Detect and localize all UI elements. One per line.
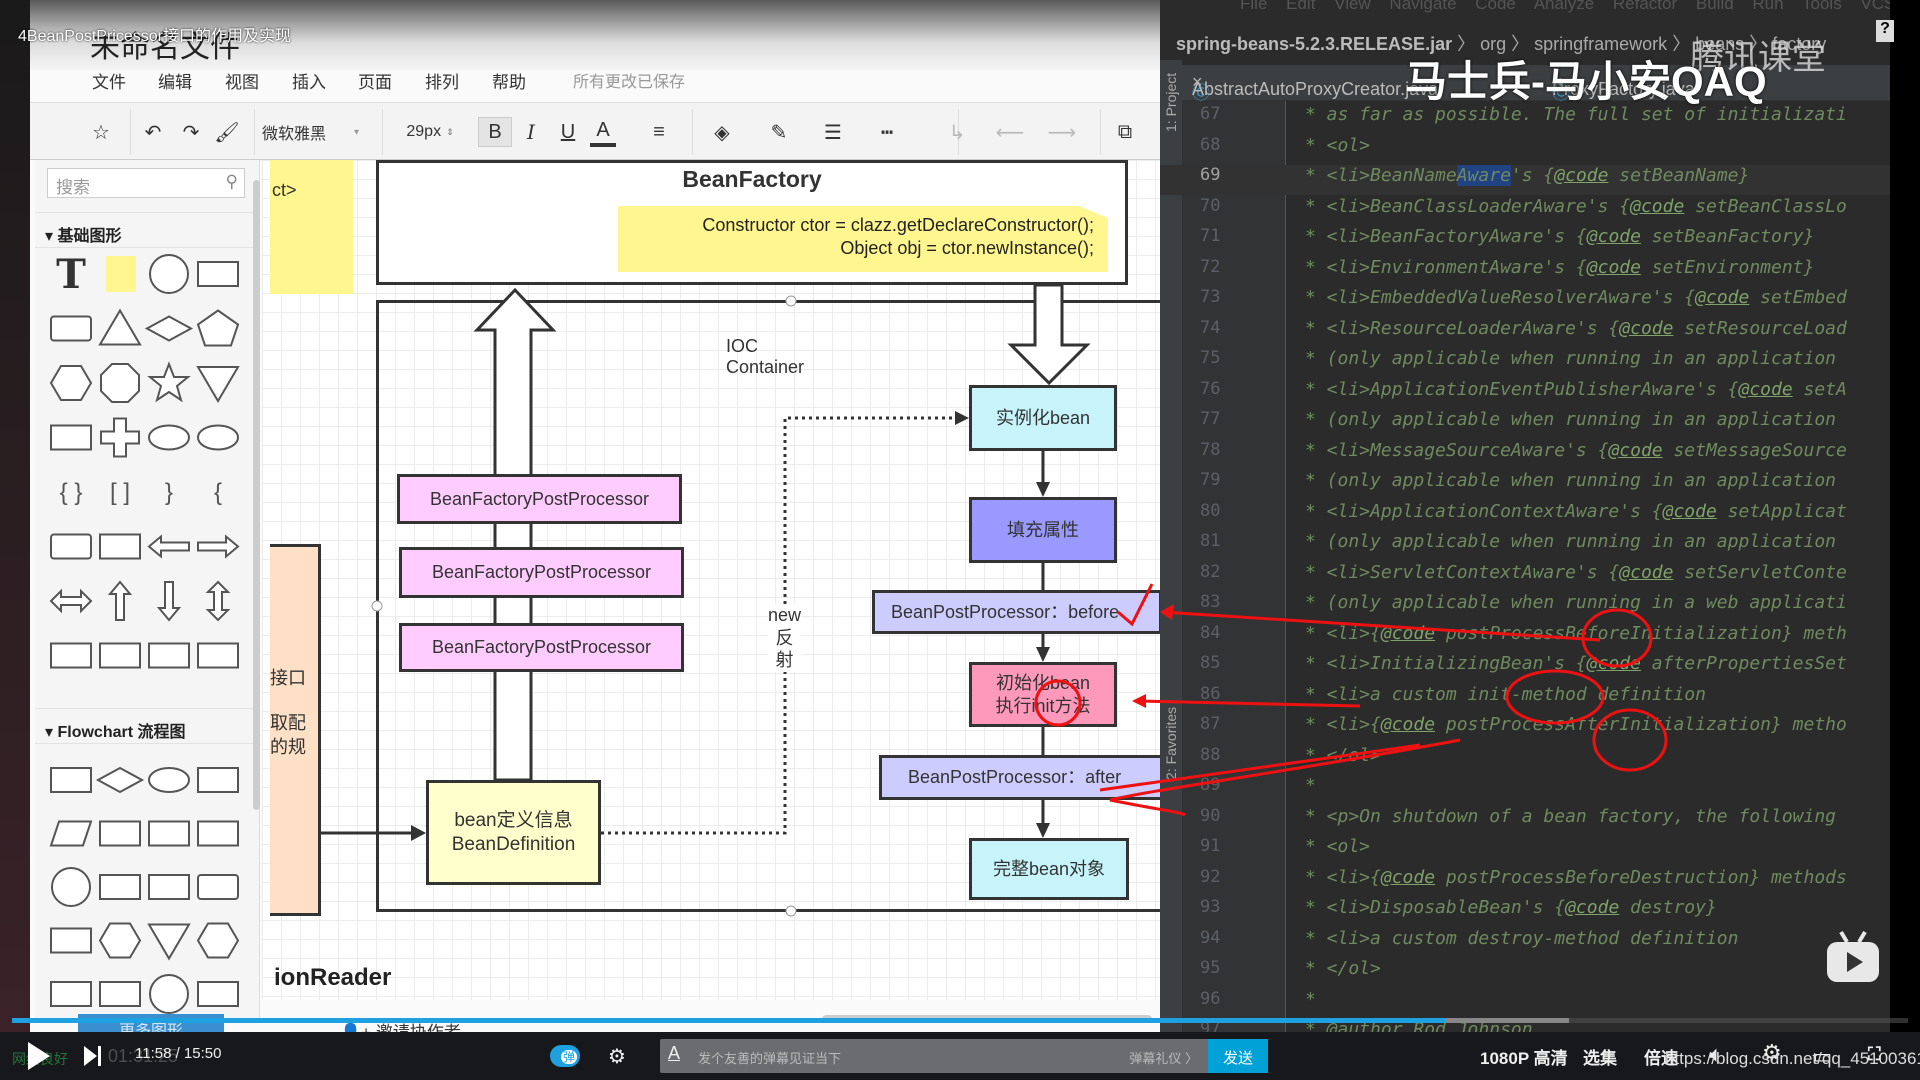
episodes-button[interactable]: 选集: [1583, 1044, 1617, 1069]
annotation-check: [1117, 583, 1154, 627]
danmaku-toggle[interactable]: 弹: [550, 1045, 580, 1067]
play-icon[interactable]: [28, 1042, 50, 1070]
help-icon[interactable]: ?: [1876, 20, 1894, 42]
danmaku-settings-icon[interactable]: ⚙: [608, 1044, 626, 1069]
video-player-controls: 网络良好 01:31:25 11:58 / 15:50 弹 ⚙ A 发个友善的弹…: [0, 1032, 1920, 1080]
annotation-arrowhead: [1132, 694, 1146, 708]
bilibili-tv-icon[interactable]: [1825, 930, 1881, 986]
annotation-arrow-before: [1161, 610, 1601, 642]
danmaku-placeholder: 发个友善的弹幕见证当下: [698, 1051, 842, 1066]
danmaku-toggle-label: 弹: [560, 1050, 577, 1064]
played-bar: [12, 1018, 1446, 1023]
next-icon[interactable]: [84, 1046, 102, 1066]
video-title: 4BeanPostPricessor接口的作用及实现: [18, 28, 291, 45]
video-progress-bar[interactable]: [12, 1018, 1908, 1023]
quality-button[interactable]: 1080P 高清: [1480, 1044, 1568, 1069]
send-danmaku-button[interactable]: 发送: [1208, 1039, 1268, 1073]
red-annotations: [1034, 583, 1668, 817]
playback-time: 11:58 / 15:50: [135, 1045, 222, 1062]
danmaku-input[interactable]: A 发个友善的弹幕见证当下 弹幕礼仪 〉: [660, 1039, 1210, 1073]
annotation-circle: [1581, 608, 1653, 668]
text-style-icon[interactable]: A: [668, 1043, 680, 1064]
annotation-arrowhead: [1160, 604, 1174, 620]
annotation-arrow-after: [1099, 738, 1461, 817]
annotation-circle: [1505, 669, 1605, 725]
annotation-arrow-init: [1137, 699, 1361, 708]
uploader-watermark: 马士兵-马小安QAQ: [1405, 58, 1767, 105]
annotation-circle: [1034, 679, 1082, 727]
annotation-circle: [1592, 708, 1668, 772]
csdn-watermark: https://blog.csdn.net/qq_45100361: [1665, 1049, 1920, 1068]
danmaku-etiquette-link[interactable]: 弹幕礼仪 〉: [1129, 1048, 1198, 1067]
